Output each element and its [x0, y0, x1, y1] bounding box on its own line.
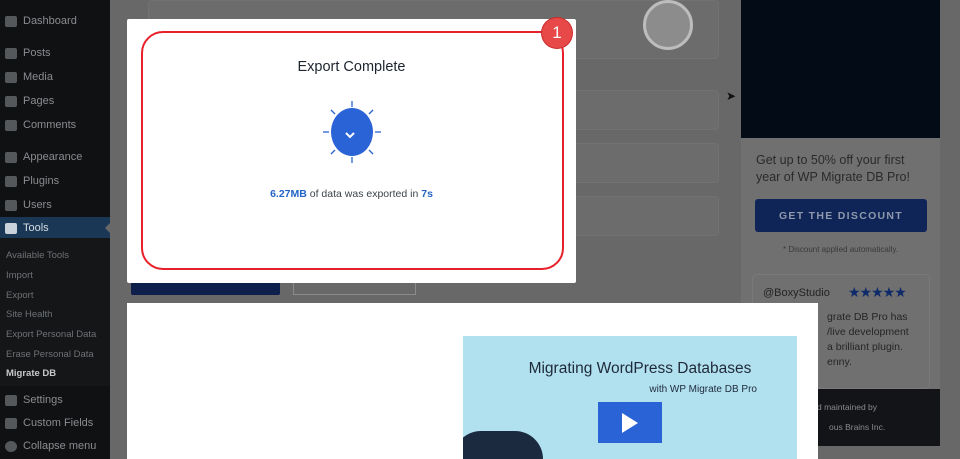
submenu-export-personal-data[interactable]: Export Personal Data: [6, 329, 96, 340]
sidebar-item-posts[interactable]: Posts: [0, 42, 110, 64]
sidebar-item-appearance[interactable]: Appearance: [0, 146, 110, 168]
review-line: a brilliant plugin.: [827, 341, 903, 353]
sidebar-item-settings[interactable]: Settings: [0, 389, 110, 411]
discount-note: * Discount applied automatically.: [782, 245, 899, 254]
label: Posts: [23, 47, 51, 59]
submenu-migrate-db[interactable]: Migrate DB: [6, 368, 56, 379]
label: Media: [23, 71, 53, 83]
sidebar-item-users[interactable]: Users: [0, 194, 110, 216]
review-text: grate DB Pro has /live development a bri…: [827, 310, 909, 370]
success-check-icon: [323, 101, 381, 163]
background-option: [560, 90, 719, 130]
video-subtitle: with WP Migrate DB Pro: [649, 384, 757, 395]
get-discount-button[interactable]: GET THE DISCOUNT: [755, 199, 927, 232]
review-line: /live development: [827, 326, 909, 338]
background-option: [560, 143, 719, 183]
submenu-site-health[interactable]: Site Health: [6, 309, 52, 320]
export-time: 7s: [421, 188, 433, 200]
wrench-icon: [5, 222, 17, 234]
submenu-available-tools[interactable]: Available Tools: [6, 250, 69, 261]
compass-icon: [643, 0, 693, 50]
review-handle: @BoxyStudio: [763, 287, 830, 299]
video-thumbnail[interactable]: Migrating WordPress Databases with WP Mi…: [463, 336, 797, 459]
label: Users: [23, 199, 52, 211]
modal-title: Export Complete: [297, 59, 406, 75]
submenu-import[interactable]: Import: [6, 270, 33, 281]
background-option: [560, 196, 719, 236]
submenu-export[interactable]: Export: [6, 290, 33, 301]
label: Comments: [23, 119, 77, 131]
label: Dashboard: [23, 15, 77, 27]
admin-sidebar: Dashboard Posts Media Pages Comments App…: [0, 0, 110, 459]
plugin-icon: [5, 175, 17, 187]
label: Settings: [23, 394, 63, 406]
pin-icon: [5, 47, 17, 59]
label: Pages: [23, 95, 55, 107]
promo-text: Get up to 50% off your first year of WP …: [756, 153, 910, 184]
label: Plugins: [23, 175, 60, 187]
cloud-illustration: [463, 431, 543, 459]
sidebar-item-comments[interactable]: Comments: [0, 114, 110, 136]
video-title: Migrating WordPress Databases: [528, 360, 752, 377]
step-badge: 1: [542, 18, 572, 48]
sidebar-item-pages[interactable]: Pages: [0, 90, 110, 112]
pages-icon: [5, 95, 17, 107]
footer-line: d maintained by: [817, 402, 878, 412]
play-icon: [622, 412, 638, 433]
media-icon: [5, 71, 17, 83]
comment-icon: [5, 119, 17, 131]
review-line: enny.: [827, 356, 852, 368]
collapse-icon: [5, 440, 17, 452]
label: Collapse menu: [23, 440, 97, 452]
sidebar-item-tools[interactable]: Tools: [0, 217, 110, 239]
fields-icon: [5, 417, 17, 429]
background-primary-button[interactable]: [131, 283, 280, 295]
export-summary: 6.27MB of data was exported in 7s: [127, 188, 576, 200]
label: Tools: [23, 222, 49, 234]
sidebar-item-collapse[interactable]: Collapse menu: [0, 435, 110, 457]
export-message: of data was exported in: [309, 188, 419, 200]
active-arrow: [100, 223, 110, 233]
background-secondary-button[interactable]: [293, 283, 416, 295]
play-button[interactable]: [598, 402, 662, 443]
user-icon: [5, 199, 17, 211]
sidebar-item-media[interactable]: Media: [0, 66, 110, 88]
star-rating-icon: ★★★★★: [848, 284, 907, 300]
sidebar-item-custom-fields[interactable]: Custom Fields: [0, 412, 110, 434]
settings-icon: [5, 394, 17, 406]
brush-icon: [5, 151, 17, 163]
label: Custom Fields: [23, 417, 94, 429]
review-line: grate DB Pro has: [827, 311, 908, 323]
submenu-erase-personal-data[interactable]: Erase Personal Data: [6, 349, 94, 360]
sidebar-item-plugins[interactable]: Plugins: [0, 170, 110, 192]
export-size: 6.27MB: [270, 188, 307, 200]
footer-line[interactable]: ous Brains Inc.: [829, 422, 885, 432]
sidebar-item-dashboard[interactable]: Dashboard: [0, 10, 110, 32]
promo-banner: [741, 0, 940, 138]
mouse-cursor-icon: ➤: [726, 89, 737, 103]
dashboard-icon: [5, 15, 17, 27]
label: Appearance: [23, 151, 83, 163]
